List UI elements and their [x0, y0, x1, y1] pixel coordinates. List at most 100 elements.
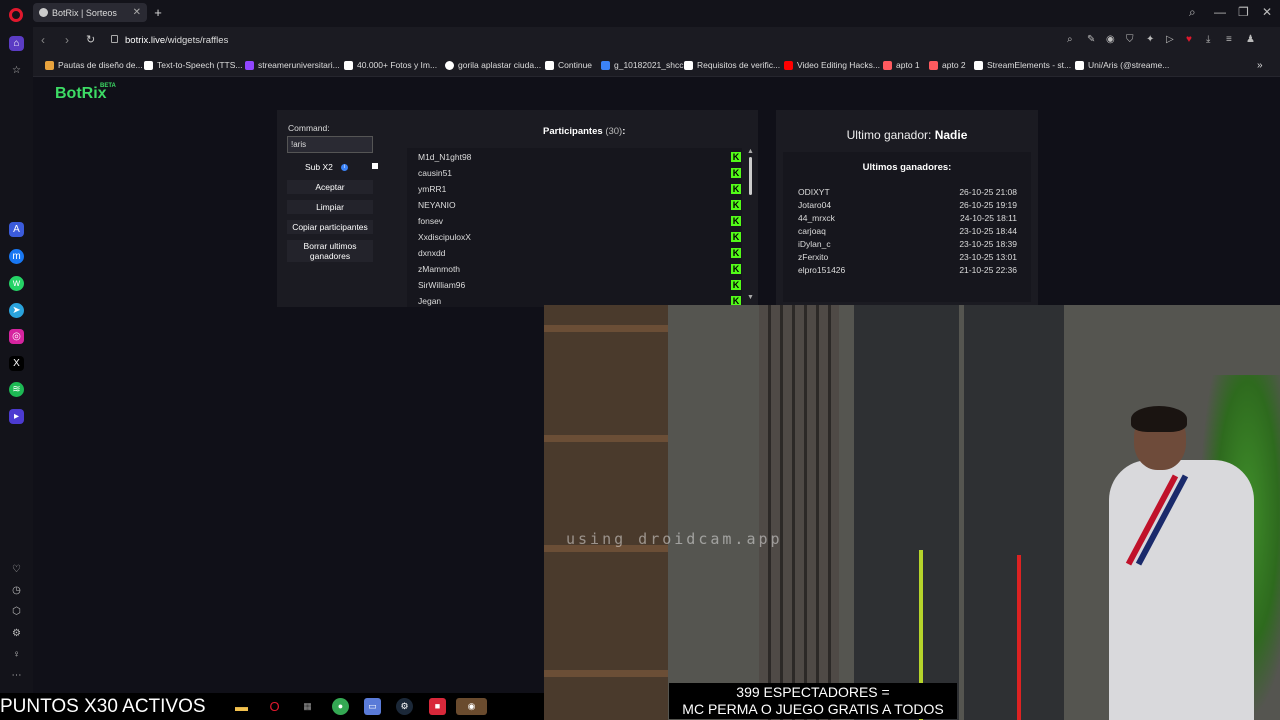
kick-icon: K	[731, 280, 741, 290]
list-item: ymRR1	[418, 184, 447, 194]
x-icon[interactable]: X	[9, 356, 24, 371]
command-input[interactable]: !aris	[287, 136, 373, 153]
reload-button[interactable]: ↻	[86, 33, 95, 46]
instagram-icon[interactable]: ◎	[9, 329, 24, 344]
bookmark-item[interactable]: Pautas de diseño de...	[45, 60, 143, 70]
last-winners-box: Ultimos ganadores: ODIXYT 26-10-25 21:08…	[783, 152, 1031, 302]
tab-close-icon[interactable]: ✕	[133, 7, 141, 18]
bookmark-item[interactable]: Video Editing Hacks...	[784, 60, 880, 70]
copy-participants-button[interactable]: Copiar participantes	[287, 220, 373, 234]
participants-scrollbar[interactable]: ▲ ▼	[747, 148, 754, 303]
player-icon[interactable]: ▸	[9, 409, 24, 424]
telegram-icon[interactable]: ➤	[9, 303, 24, 318]
google-icon	[445, 60, 454, 70]
maximize-button[interactable]: ❐	[1238, 5, 1249, 19]
home-icon[interactable]: ⌂	[9, 36, 24, 51]
kick-icon: K	[731, 232, 741, 242]
bookmark-item[interactable]: Uni/Aris (@streame...	[1075, 60, 1169, 70]
info-icon[interactable]: i	[341, 164, 348, 171]
title-bar: BotRix | Sorteos ✕ + ⌕ — ❐ ✕	[0, 0, 1280, 27]
bookmark-label: Text-to-Speech (TTS...	[157, 60, 243, 70]
shield-icon[interactable]: ⛉	[1126, 34, 1134, 45]
bookmark-item[interactable]: StreamElements - st...	[974, 60, 1071, 70]
settings-icon[interactable]: ⚙	[9, 626, 24, 641]
file-explorer-icon[interactable]: ▬	[233, 698, 250, 715]
camera-icon[interactable]: ◉	[1106, 34, 1115, 45]
heart-icon[interactable]: ♡	[9, 562, 24, 577]
aria-icon[interactable]: A	[9, 222, 24, 237]
bookmark-item[interactable]: apto 2	[929, 60, 966, 70]
forward-button[interactable]: ›	[65, 33, 69, 47]
scroll-thumb[interactable]	[749, 157, 752, 195]
whatsapp-icon[interactable]: w	[9, 276, 24, 291]
download-icon[interactable]: ⤓	[1206, 34, 1210, 45]
lightbulb-icon[interactable]: ♀	[9, 647, 24, 662]
command-label: Command:	[288, 123, 330, 133]
scroll-up-icon[interactable]: ▲	[747, 148, 754, 155]
participants-list[interactable]: M1d_N1ght98 K causin51 K ymRR1 K NEYANIO…	[407, 148, 742, 307]
play-icon[interactable]: ▷	[1166, 34, 1174, 45]
bookmark-item[interactable]: Requisitos de verific...	[684, 60, 780, 70]
new-tab-button[interactable]: +	[151, 6, 165, 20]
star-icon[interactable]: ☆	[9, 63, 24, 78]
minimize-button[interactable]: —	[1214, 5, 1226, 19]
close-window-button[interactable]: ✕	[1262, 5, 1272, 19]
bookmark-item[interactable]: streameruniversitari...	[245, 60, 340, 70]
spotify-icon[interactable]: ≋	[9, 382, 24, 397]
tts-icon	[144, 60, 153, 70]
menu-icon[interactable]: ≡	[1226, 34, 1232, 45]
app-launcher-icon[interactable]: ▦	[299, 698, 316, 715]
extensions-icon[interactable]: ⬡	[9, 604, 24, 619]
bookmark-item[interactable]: g_10182021_shcc	[601, 60, 683, 70]
last-winner-value: Nadie	[934, 128, 968, 142]
winner-name: 44_mrxck	[798, 213, 835, 223]
bookmark-label: streameruniversitari...	[258, 60, 340, 70]
search-icon[interactable]: ⌕	[1067, 34, 1073, 45]
edit-icon[interactable]: ✎	[1087, 34, 1095, 45]
bookmark-item[interactable]: 40.000+ Fotos y Im...	[344, 60, 437, 70]
search-tabs-icon[interactable]: ⌕	[1189, 5, 1196, 20]
red-app-icon[interactable]: ■	[429, 698, 446, 715]
back-button[interactable]: ‹	[41, 33, 45, 47]
history-icon[interactable]: ◷	[9, 583, 24, 598]
vpn-icon[interactable]: ✦	[1146, 34, 1154, 45]
url-field[interactable]: botrix.live/widgets/raffles	[125, 35, 228, 46]
obs-icon[interactable]: ◉	[456, 698, 487, 715]
scroll-down-icon[interactable]: ▼	[747, 294, 754, 301]
stream-overlay-text: 399 ESPECTADORES = MC PERMA O JUEGO GRAT…	[669, 683, 957, 719]
steam-icon[interactable]: ⚙	[396, 698, 413, 715]
kick-icon: K	[731, 152, 741, 162]
window-icon[interactable]: ▭	[364, 698, 381, 715]
airbnb-icon	[883, 60, 892, 70]
wood-slats	[759, 305, 839, 720]
url-host: botrix.live	[125, 35, 166, 46]
chrome-icon[interactable]: ●	[332, 698, 349, 715]
bookmark-item[interactable]: gorila aplastar ciuda...	[445, 60, 541, 70]
airbnb-icon	[929, 60, 938, 70]
shelf	[544, 325, 668, 332]
sub-x2-checkbox[interactable]	[372, 163, 378, 169]
bookshelf	[544, 305, 668, 720]
profile-icon[interactable]: ♟	[1246, 34, 1255, 45]
url-path: /widgets/raffles	[165, 35, 229, 46]
bookmark-item[interactable]: Continue	[545, 60, 592, 70]
clear-button[interactable]: Limpiar	[287, 200, 373, 214]
red-pole	[1017, 555, 1021, 720]
bookmark-item[interactable]: Text-to-Speech (TTS...	[144, 60, 243, 70]
delete-last-winners-button[interactable]: Borrar ultimos ganadores	[287, 240, 373, 262]
tab-botrix-sorteos[interactable]: BotRix | Sorteos ✕	[33, 3, 147, 22]
accept-button[interactable]: Aceptar	[287, 180, 373, 194]
botrix-logo[interactable]: BotRix	[55, 85, 107, 103]
bookmark-label: gorila aplastar ciuda...	[458, 60, 542, 70]
winner-date: 23-10-25 13:01	[959, 252, 1017, 262]
list-item: zMammoth	[418, 264, 461, 274]
opera-icon[interactable]: O	[266, 698, 283, 715]
heart-fill-icon[interactable]: ♥	[1186, 34, 1192, 45]
bookmark-label: Video Editing Hacks...	[797, 60, 880, 70]
bookmarks-overflow-icon[interactable]: »	[1257, 60, 1263, 71]
bookmark-item[interactable]: apto 1	[883, 60, 920, 70]
opera-logo-icon[interactable]	[9, 8, 23, 22]
list-item: NEYANIO	[418, 200, 456, 210]
messenger-icon[interactable]: m	[9, 249, 24, 264]
more-icon[interactable]: ⋯	[9, 668, 24, 683]
